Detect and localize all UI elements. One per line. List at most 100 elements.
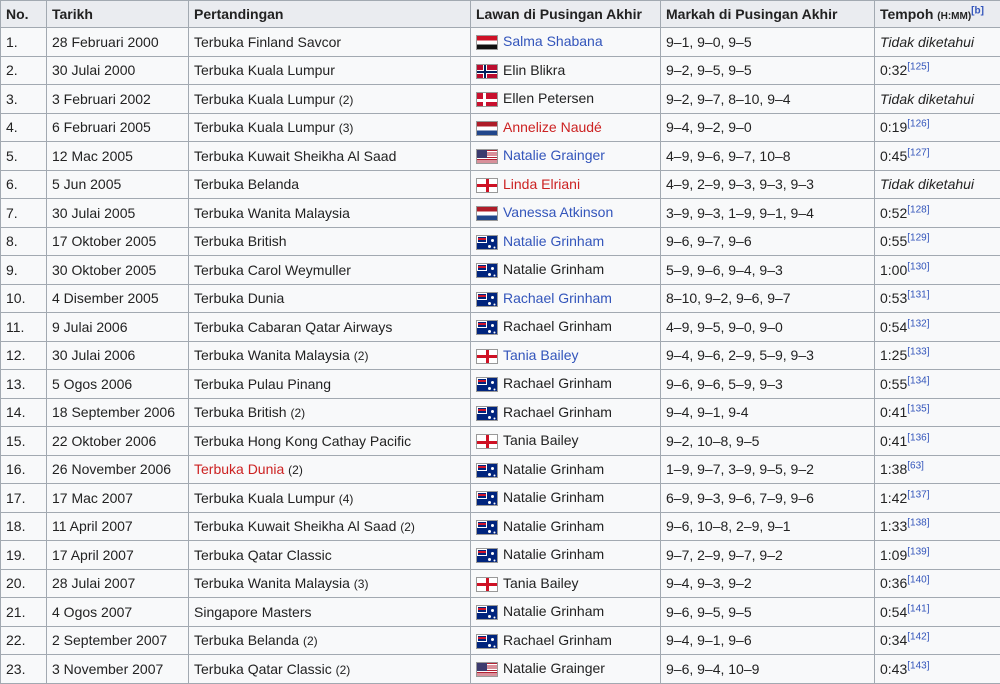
cell-no: 14.	[0, 397, 47, 427]
reference-link[interactable]: [140]	[907, 575, 929, 586]
cell-no: 11.	[0, 312, 47, 342]
cell-opponent: Ellen Petersen	[470, 84, 661, 114]
tournament-name: Terbuka British	[194, 233, 287, 250]
cell-duration: 0:34[142]	[874, 625, 1000, 655]
cell-no: 19.	[0, 540, 47, 570]
opponent-name[interactable]: Tania Bailey	[503, 347, 579, 363]
cell-opponent: Rachael Grinham	[470, 625, 661, 655]
tournament-count: (2)	[338, 92, 354, 107]
cell-no: 17.	[0, 483, 47, 513]
cell-tournament: Terbuka British	[188, 226, 471, 256]
cell-opponent: Tania Bailey	[470, 340, 661, 370]
table-row: 16. 26 November 2006 Terbuka Dunia (2) Nata…	[0, 454, 1000, 484]
cell-duration: 0:54[141]	[874, 597, 1000, 627]
cell-score: 9–4, 9–1, 9–6	[660, 625, 875, 655]
cell-no: 23.	[0, 654, 47, 684]
opponent-name[interactable]: Salma Shabana	[503, 33, 603, 49]
cell-tournament: Terbuka Kuwait Sheikha Al Saad	[188, 141, 471, 171]
cell-date: 28 Julai 2007	[46, 568, 189, 598]
cell-no: 8.	[0, 226, 47, 256]
cell-no: 16.	[0, 454, 47, 484]
reference-link[interactable]: [134]	[907, 375, 929, 386]
reference-link[interactable]: [127]	[907, 147, 929, 158]
header-no: No.	[0, 0, 47, 28]
cell-no: 22.	[0, 625, 47, 655]
cell-score: 9–2, 9–7, 8–10, 9–4	[660, 84, 875, 114]
header-duration-ref[interactable]: [b]	[971, 5, 984, 16]
cell-opponent: Natalie Grinham	[470, 483, 661, 513]
header-score: Markah di Pusingan Akhir	[660, 0, 875, 28]
reference-link[interactable]: [139]	[907, 546, 929, 557]
table-row: 13. 5 Ogos 2006 Terbuka Pulau Pinang Rachae…	[0, 369, 1000, 399]
duration-value: Tidak diketahui	[880, 176, 975, 193]
australia-flag-icon	[476, 548, 498, 564]
cell-opponent: Natalie Grainger	[470, 141, 661, 171]
tournament-name: Terbuka Wanita Malaysia	[194, 575, 350, 592]
opponent-name[interactable]: Vanessa Atkinson	[503, 204, 613, 220]
reference-link[interactable]: [63]	[907, 461, 924, 472]
reference-link[interactable]: [132]	[907, 318, 929, 329]
cell-tournament: Terbuka Hong Kong Cathay Pacific	[188, 426, 471, 456]
cell-score: 9–4, 9–2, 9–0	[660, 112, 875, 142]
reference-link[interactable]: [143]	[907, 660, 929, 671]
cell-tournament: Terbuka Kuala Lumpur (3)	[188, 112, 471, 142]
table-row: 21. 4 Ogos 2007 Singapore Masters Natalie G…	[0, 597, 1000, 627]
netherlands-flag-icon	[476, 120, 498, 136]
reference-link[interactable]: [137]	[907, 489, 929, 500]
opponent-name: Rachael Grinham	[503, 403, 612, 420]
table-row: 12. 30 Julai 2006 Terbuka Wanita Malaysia …	[0, 340, 1000, 370]
cell-date: 4 Disember 2005	[46, 283, 189, 313]
cell-score: 3–9, 9–3, 1–9, 9–1, 9–4	[660, 198, 875, 228]
reference-link[interactable]: [126]	[907, 119, 929, 130]
cell-duration: 0:45[127]	[874, 141, 1000, 171]
cell-tournament: Terbuka Kuwait Sheikha Al Saad (2)	[188, 511, 471, 541]
duration-value: 0:41	[880, 404, 908, 421]
cell-no: 13.	[0, 369, 47, 399]
cell-opponent: Natalie Grinham	[470, 226, 661, 256]
cell-opponent: Elin Blikra	[470, 55, 661, 85]
cell-opponent: Tania Bailey	[470, 568, 661, 598]
cell-opponent: Rachael Grinham	[470, 397, 661, 427]
tournament-count: (3)	[338, 121, 354, 136]
opponent-name: Natalie Grinham	[503, 603, 605, 620]
duration-value: 1:09	[880, 546, 908, 563]
opponent-name[interactable]: Natalie Grinham	[503, 233, 604, 249]
reference-link[interactable]: [135]	[907, 404, 929, 415]
opponent-name[interactable]: Rachael Grinham	[503, 290, 612, 306]
cell-opponent: Natalie Grinham	[470, 255, 661, 285]
reference-link[interactable]: [136]	[907, 432, 929, 443]
opponent-name[interactable]: Annelize Naudé	[503, 119, 602, 135]
tournament-name: Terbuka Hong Kong Cathay Pacific	[194, 432, 412, 449]
reference-link[interactable]: [130]	[907, 261, 929, 272]
opponent-name[interactable]: Natalie Grainger	[503, 147, 605, 163]
tournament-name: Terbuka British	[194, 404, 287, 421]
table-row: 17. 17 Mac 2007 Terbuka Kuala Lumpur (4) Na…	[0, 483, 1000, 513]
australia-flag-icon	[476, 234, 498, 250]
reference-link[interactable]: [133]	[907, 347, 929, 358]
cell-duration: Tidak diketahui	[874, 27, 1000, 57]
tournament-name: Terbuka Kuala Lumpur	[194, 62, 335, 79]
reference-link[interactable]: [129]	[907, 233, 929, 244]
reference-link[interactable]: [131]	[907, 290, 929, 301]
table-row: 8. 17 Oktober 2005 Terbuka British Natalie …	[0, 226, 1000, 256]
reference-link[interactable]: [128]	[907, 204, 929, 215]
tournament-count: (2)	[400, 520, 415, 535]
cell-score: 9–1, 9–0, 9–5	[660, 27, 875, 57]
cell-no: 2.	[0, 55, 47, 85]
opponent-name[interactable]: Linda Elriani	[503, 176, 580, 192]
duration-value: 0:19	[880, 119, 908, 136]
reference-link[interactable]: [141]	[907, 603, 929, 614]
duration-value: 0:36	[880, 575, 908, 592]
header-opponent: Lawan di Pusingan Akhir	[470, 0, 661, 28]
reference-link[interactable]: [138]	[907, 518, 929, 529]
cell-date: 5 Ogos 2006	[46, 369, 189, 399]
duration-value: Tidak diketahui	[880, 90, 975, 107]
opponent-name: Ellen Petersen	[503, 90, 595, 107]
reference-link[interactable]: [142]	[907, 632, 929, 643]
cell-opponent: Natalie Grinham	[470, 454, 661, 484]
cell-date: 4 Ogos 2007	[46, 597, 189, 627]
reference-link[interactable]: [125]	[907, 62, 929, 73]
tournament-name[interactable]: Terbuka Dunia	[194, 461, 284, 477]
tournament-name: Terbuka Cabaran Qatar Airways	[194, 318, 393, 335]
tournament-name: Terbuka Belanda	[194, 176, 300, 193]
